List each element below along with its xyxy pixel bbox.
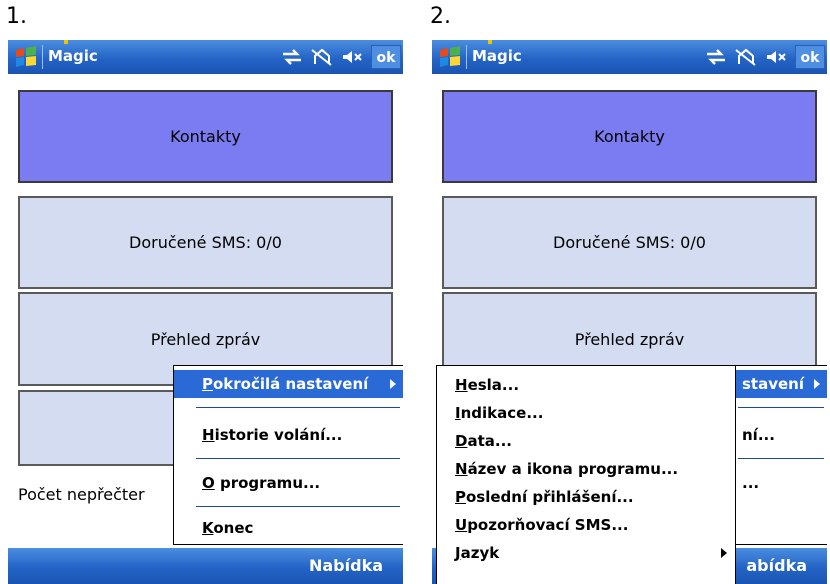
app-title: Magic bbox=[472, 47, 522, 65]
main-menu: Pokročilá nastavení Historie volání... O… bbox=[173, 365, 403, 545]
submenu-item-data[interactable]: Data... bbox=[437, 427, 735, 455]
mnemonic: H bbox=[455, 376, 468, 394]
mnemonic: P bbox=[455, 488, 466, 506]
mnemonic: H bbox=[202, 426, 215, 444]
menu-divider bbox=[738, 407, 824, 408]
ok-button[interactable]: ok bbox=[371, 45, 401, 69]
submenu-item-last-login[interactable]: Poslední přihlášení... bbox=[437, 483, 735, 511]
menu-label: ní... bbox=[742, 426, 775, 444]
mnemonic: U bbox=[455, 516, 468, 534]
menu-label: ... bbox=[742, 474, 760, 492]
menu-label: ázev a ikona programu... bbox=[467, 460, 679, 478]
menu-divider bbox=[196, 407, 400, 408]
menu-label: pozorňovací SMS... bbox=[467, 516, 629, 534]
menu-label: onec bbox=[213, 519, 254, 537]
step-label-1: 1. bbox=[6, 4, 27, 29]
submenu-item-passwords[interactable]: Hesla... bbox=[437, 371, 735, 399]
start-menu-icon[interactable] bbox=[14, 46, 38, 68]
contacts-label: Kontakty bbox=[170, 127, 241, 146]
title-bar: Magic ok bbox=[8, 40, 403, 74]
title-separator bbox=[466, 45, 467, 69]
messages-overview-label: Přehled zpráv bbox=[574, 329, 685, 349]
mnemonic: D bbox=[455, 432, 468, 450]
app-title: Magic bbox=[48, 47, 98, 65]
menu-label: ndikace... bbox=[460, 404, 544, 422]
advanced-settings-submenu: Hesla... Indikace... Data... Název a iko… bbox=[436, 365, 736, 584]
submenu-arrow-icon bbox=[390, 379, 396, 389]
step-label-2: 2. bbox=[430, 4, 451, 29]
mnemonic: K bbox=[202, 519, 214, 537]
device-screen-2: Magic ok Kontakty Doručené SMS: 0/0 Přeh… bbox=[432, 40, 827, 584]
mnemonic: P bbox=[202, 375, 213, 393]
messages-overview-label: Přehled zpráv bbox=[150, 329, 261, 349]
menu-divider bbox=[196, 506, 400, 507]
title-bar: Magic ok bbox=[432, 40, 827, 74]
connectivity-icon[interactable] bbox=[281, 48, 303, 66]
submenu-item-indication[interactable]: Indikace... bbox=[437, 399, 735, 427]
notification-dot bbox=[488, 40, 492, 44]
signal-off-icon[interactable] bbox=[311, 48, 333, 66]
contacts-button[interactable]: Kontakty bbox=[442, 90, 817, 183]
menu-label: ata... bbox=[467, 432, 512, 450]
soft-key-bar: Nabídka bbox=[8, 548, 403, 584]
submenu-item-program-name-icon[interactable]: Název a ikona programu... bbox=[437, 455, 735, 483]
received-sms-label: Doručené SMS: 0/0 bbox=[129, 233, 282, 252]
menu-item-call-history[interactable]: Historie volání... bbox=[174, 421, 403, 449]
menu-item-advanced-settings[interactable]: Pokročilá nastavení bbox=[174, 370, 403, 398]
menu-softkey[interactable]: Nabídka bbox=[309, 556, 383, 575]
unread-count-text: Počet nepřečter bbox=[18, 485, 145, 504]
start-menu-icon[interactable] bbox=[438, 46, 462, 68]
received-sms-label: Doručené SMS: 0/0 bbox=[553, 233, 706, 252]
menu-item-exit[interactable]: Konec bbox=[174, 514, 403, 542]
title-separator bbox=[42, 45, 43, 69]
menu-label: oslední přihlášení... bbox=[466, 488, 634, 506]
ok-button[interactable]: ok bbox=[795, 45, 825, 69]
menu-softkey[interactable]: abídka bbox=[746, 556, 807, 575]
submenu-arrow-icon bbox=[814, 379, 820, 389]
menu-label: programu... bbox=[214, 474, 321, 492]
connectivity-icon[interactable] bbox=[705, 48, 727, 66]
menu-label: stavení bbox=[742, 375, 804, 393]
menu-divider bbox=[738, 458, 824, 459]
submenu-item-language[interactable]: Jazyk bbox=[437, 539, 735, 567]
received-sms-button[interactable]: Doručené SMS: 0/0 bbox=[18, 196, 393, 289]
menu-divider bbox=[196, 458, 400, 459]
received-sms-button[interactable]: Doručené SMS: 0/0 bbox=[442, 196, 817, 289]
mnemonic: O bbox=[202, 474, 215, 492]
mnemonic: N bbox=[455, 460, 468, 478]
volume-muted-icon[interactable] bbox=[765, 48, 787, 66]
submenu-arrow-icon bbox=[721, 548, 727, 558]
menu-label: istorie volání... bbox=[214, 426, 343, 444]
menu-label: okročilá nastavení bbox=[213, 375, 369, 393]
signal-off-icon[interactable] bbox=[735, 48, 757, 66]
volume-muted-icon[interactable] bbox=[341, 48, 363, 66]
contacts-label: Kontakty bbox=[594, 127, 665, 146]
menu-label: esla... bbox=[467, 376, 520, 394]
menu-label: azyk bbox=[460, 544, 500, 562]
submenu-item-notification-sms[interactable]: Upozorňovací SMS... bbox=[437, 511, 735, 539]
contacts-button[interactable]: Kontakty bbox=[18, 90, 393, 183]
menu-item-about[interactable]: O programu... bbox=[174, 469, 403, 497]
notification-dot bbox=[64, 40, 68, 44]
device-screen-1: Magic ok Kontakty Doručené SMS: 0/0 Přeh… bbox=[8, 40, 403, 584]
